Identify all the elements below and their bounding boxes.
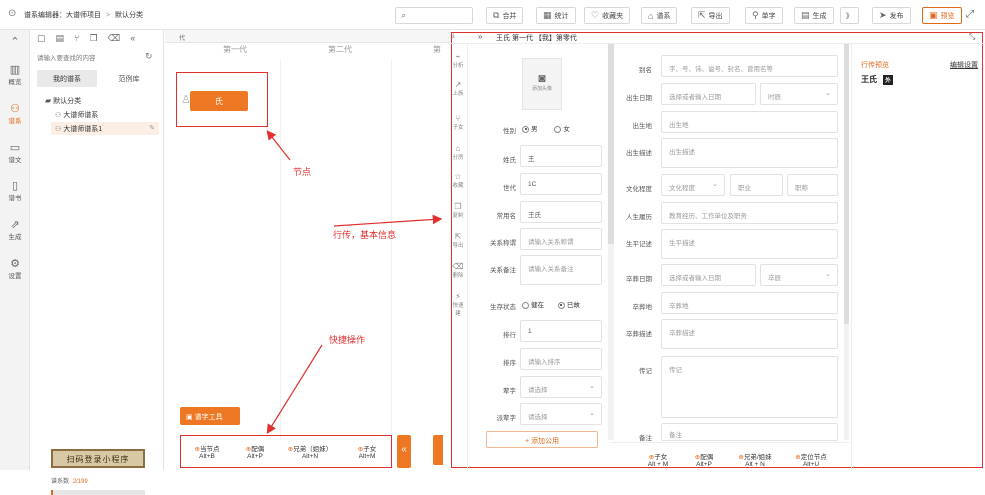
pedigree-count-bar	[51, 490, 145, 495]
panel-annotation-arrow	[333, 214, 443, 227]
annotation-panel: 行传，基本信息	[333, 230, 397, 240]
operation-annotation-arrow	[266, 344, 323, 435]
pedigree-count-label: 谱系数	[51, 479, 70, 485]
pedigree-count: 谱系数 2/199	[51, 476, 88, 485]
annotation-arrows	[266, 130, 443, 435]
pedigree-count-value: 2/199	[72, 479, 88, 485]
node-annotation-arrow	[266, 130, 291, 161]
